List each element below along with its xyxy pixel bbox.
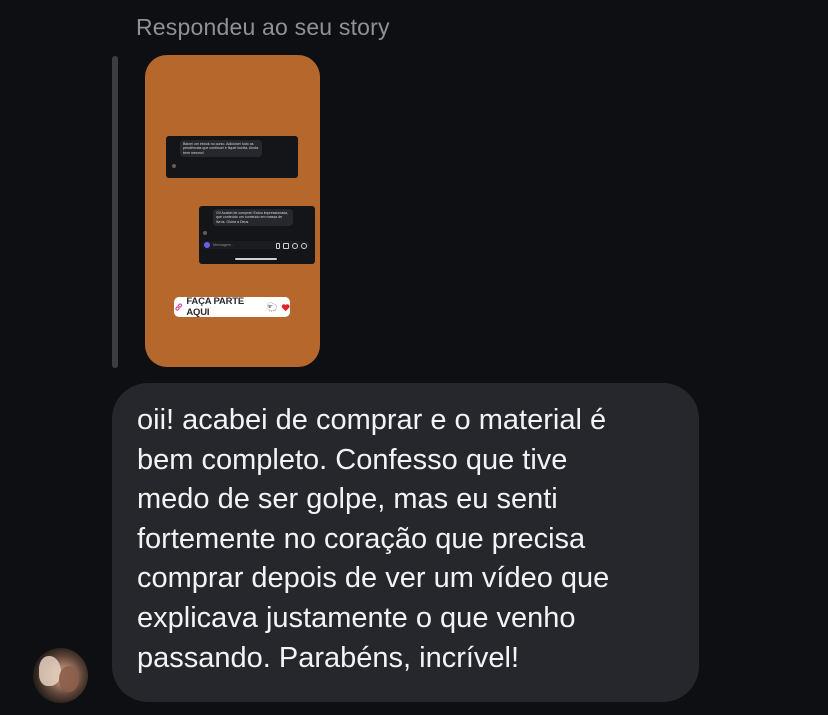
story-screenshot-card-2: Oi! Acabei de comprar! Estou impressiona… [199,206,315,264]
message-text: oii! acabei de comprar e o material é be… [137,404,610,674]
home-indicator [235,258,277,260]
gallery-icon [283,242,289,249]
sticker-icon [292,242,298,249]
heart-icon [281,303,290,311]
dm-chat-screen: Respondeu ao seu story Baixei um ebook n… [0,0,828,715]
story-preview-thumbnail[interactable]: Baixei um ebook no curso. Adicionei tudo… [145,55,320,367]
story-link-sticker[interactable]: FAÇA PARTE AQUI 🐑 [174,296,290,318]
story-mini-input-placeholder: Mensagem... [213,242,234,247]
microphone-icon [276,242,280,249]
link-icon [175,303,182,311]
plus-icon [301,242,307,249]
sender-avatar[interactable] [33,648,88,703]
story-screenshot-message-2: Oi! Acabei de comprar! Estou impressiona… [213,209,293,227]
story-mini-tools [276,242,307,249]
story-mini-avatar-1 [172,164,176,168]
story-screenshot-message-1: Baixei um ebook no curso. Adicionei tudo… [180,140,262,158]
story-mini-message-input: Mensagem... [202,241,310,249]
story-mini-avatar-2 [203,231,207,235]
story-link-sticker-label: FAÇA PARTE AQUI [186,296,244,318]
message-bubble[interactable]: oii! acabei de comprar e o material é be… [112,383,699,702]
story-screenshot-card-1: Baixei um ebook no curso. Adicionei tudo… [166,136,298,178]
camera-icon [204,242,210,248]
sheep-emoji-icon: 🐑 [266,301,278,312]
reply-quote-bar [112,56,118,368]
story-reply-label: Respondeu ao seu story [136,14,390,40]
